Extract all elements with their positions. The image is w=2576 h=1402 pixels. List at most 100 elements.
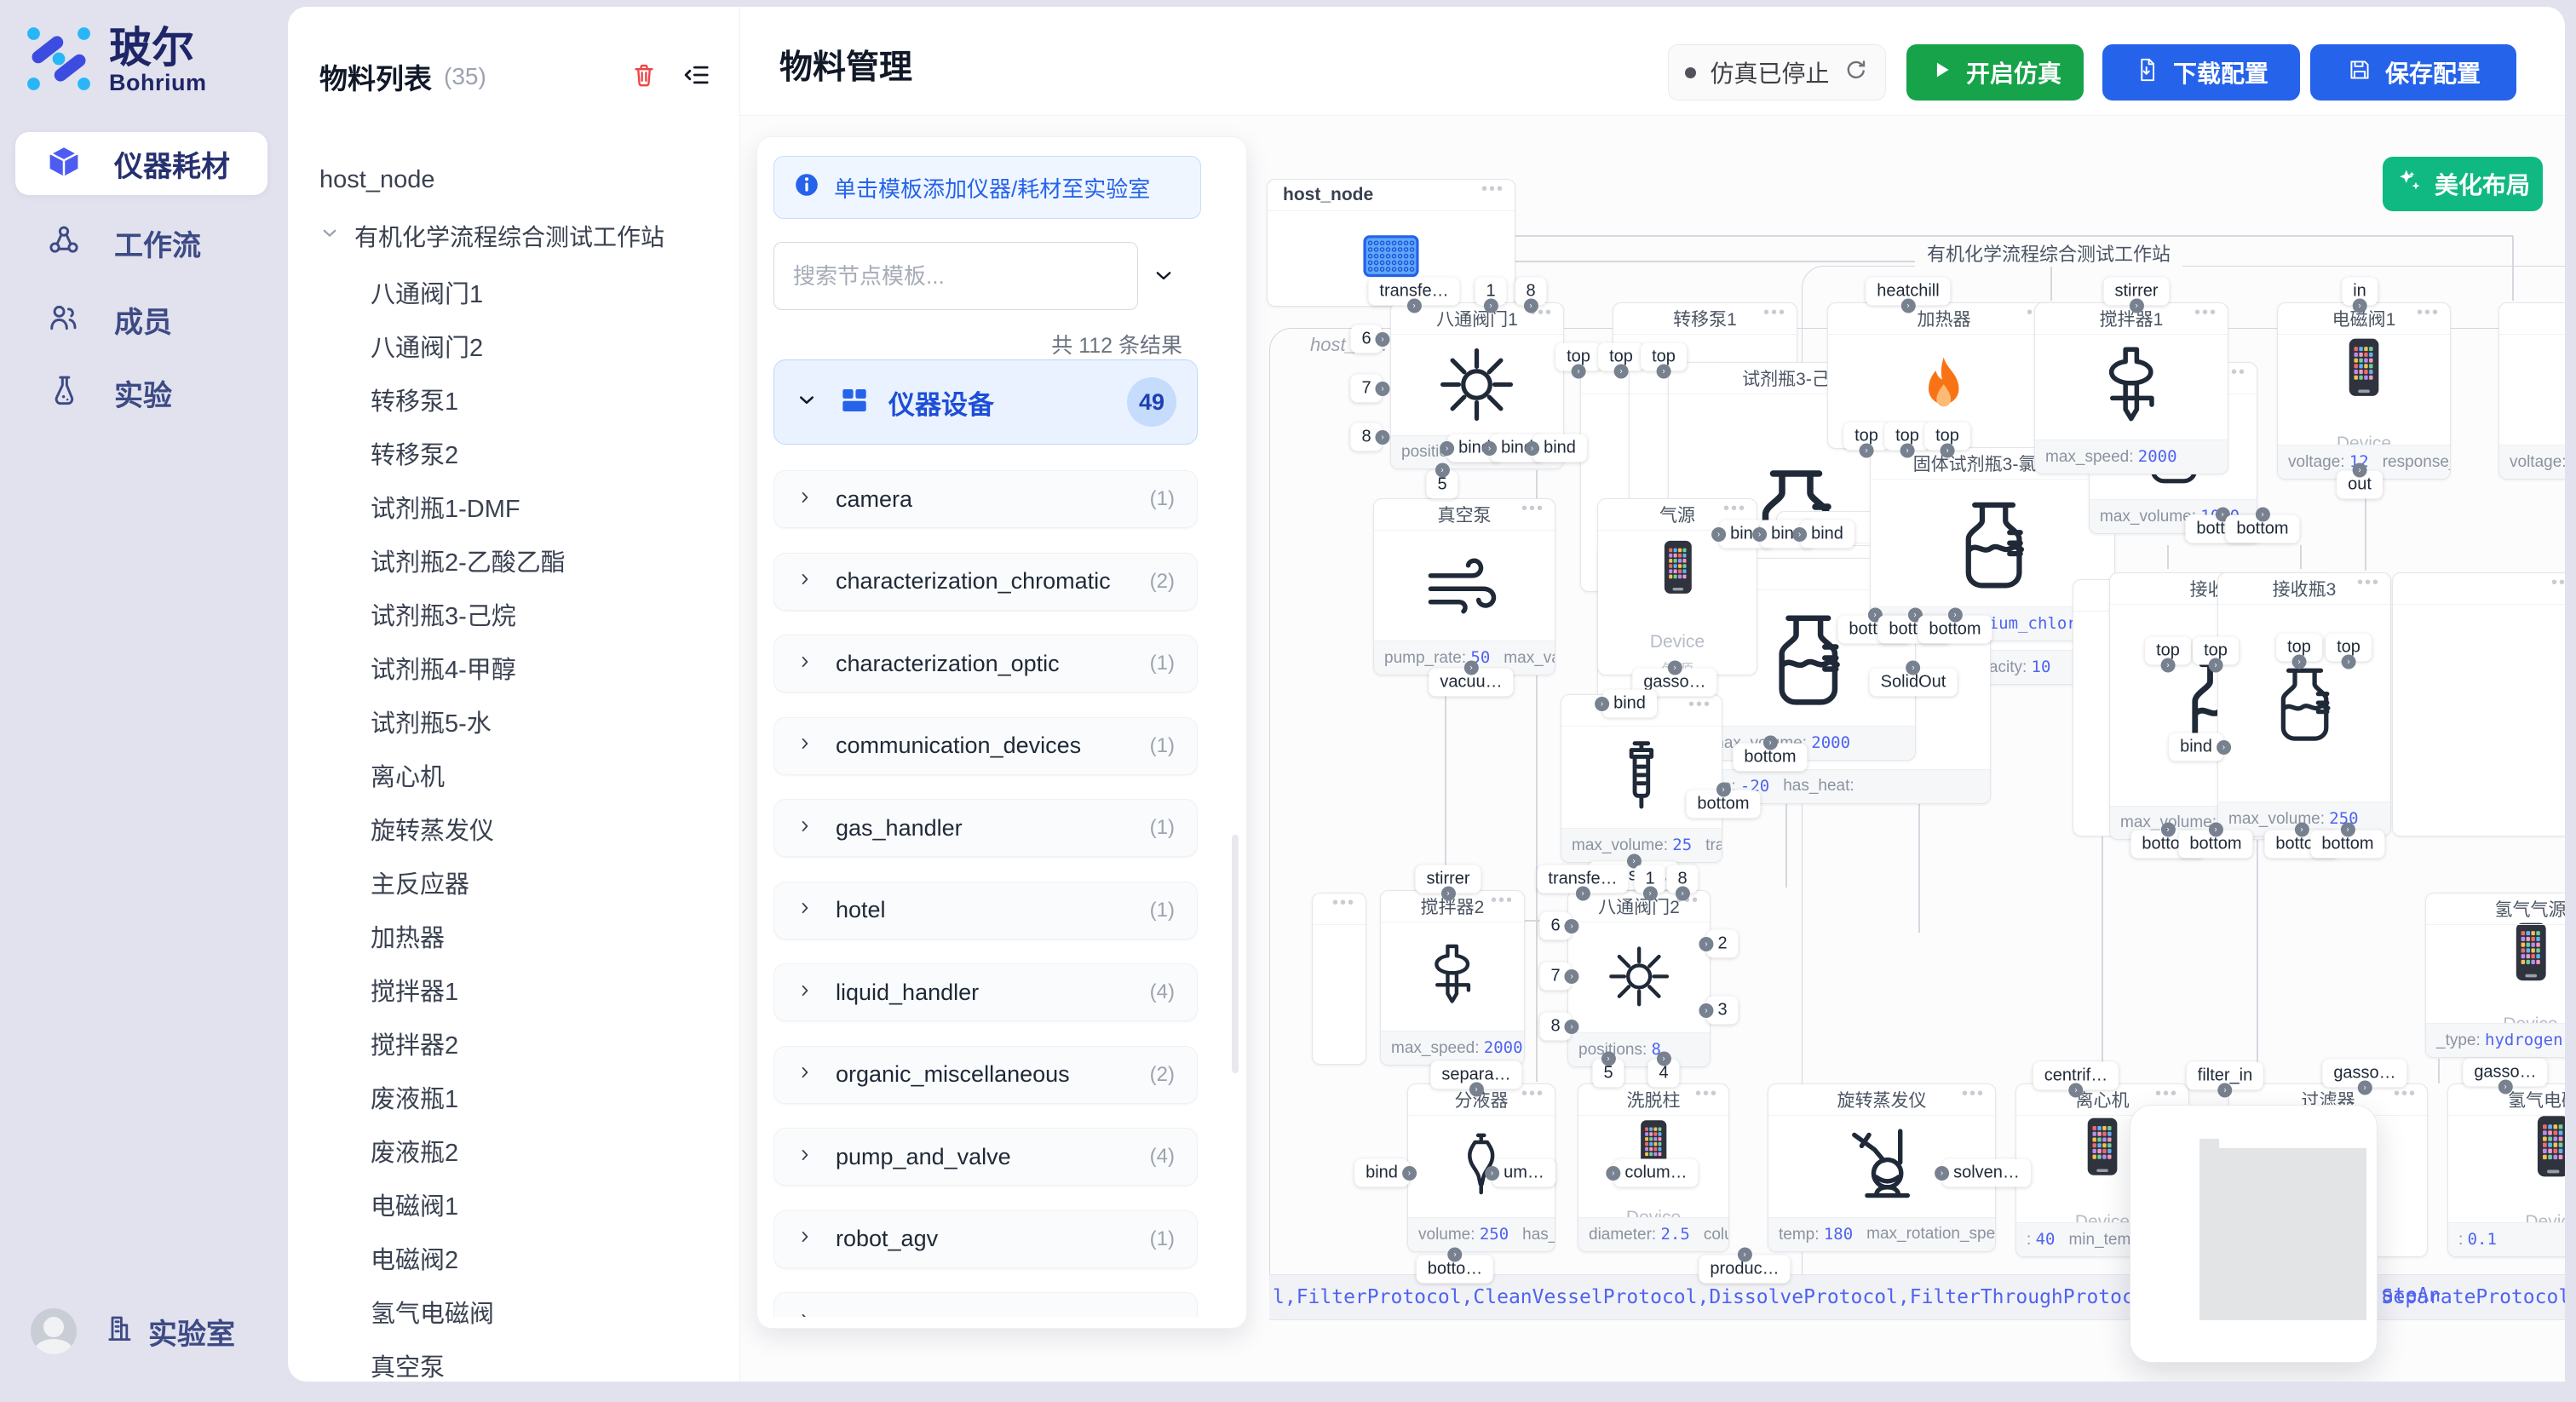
port-dot-icon[interactable]: › [1376, 382, 1390, 396]
port-dot-icon[interactable]: › [2161, 658, 2176, 673]
port-dot-icon[interactable]: › [1376, 332, 1390, 347]
refresh-icon[interactable] [1843, 57, 1869, 89]
trash-icon[interactable] [630, 60, 658, 94]
save-config-button[interactable]: 保存配置 [2310, 44, 2516, 101]
port-dot-icon[interactable]: › [2069, 1083, 2084, 1098]
tree-item[interactable]: 转移泵2 [288, 426, 739, 480]
download-config-button[interactable]: 下载配置 [2102, 44, 2300, 101]
node-menu-icon[interactable]: ••• [1723, 499, 1746, 519]
port-dot-icon[interactable]: › [1440, 441, 1454, 456]
port-label-5[interactable]: 5› [1426, 471, 1458, 499]
port-label-3[interactable]: 3› [1706, 997, 1738, 1025]
port-dot-icon[interactable]: › [1565, 1020, 1579, 1034]
port-label-6[interactable]: 6› [1539, 912, 1571, 940]
tree-item[interactable]: 试剂瓶2-乙酸乙酯 [288, 533, 739, 587]
port-dot-icon[interactable]: › [1900, 444, 1915, 458]
port-dot-icon[interactable]: › [2129, 299, 2143, 313]
port-label-top[interactable]: top› [1924, 422, 1970, 451]
collapse-list-icon[interactable] [682, 60, 711, 94]
port-label-top[interactable]: top› [1641, 343, 1687, 371]
port-label-botto[interactable]: botto…› [1417, 1255, 1493, 1284]
port-label-colum[interactable]: colum…› [1613, 1159, 1698, 1187]
port-label-top[interactable]: top› [2326, 634, 2372, 662]
port-label-8[interactable]: 8› [1666, 865, 1698, 893]
port-dot-icon[interactable]: › [1716, 783, 1731, 797]
tree-item[interactable]: 真空泵 [288, 1338, 739, 1392]
port-label-solven[interactable]: solven…› [1942, 1159, 2031, 1187]
port-dot-icon[interactable]: › [2209, 658, 2223, 673]
port-label-um[interactable]: um…› [1492, 1159, 1555, 1187]
sidebar-item-instruments[interactable]: 仪器耗材 [15, 132, 267, 195]
node-menu-icon[interactable]: ••• [2357, 573, 2380, 593]
port-label-7[interactable]: 7› [1539, 962, 1571, 991]
canvas-node-搅拌器1[interactable]: 搅拌器1•••max_speed: 2000 [2034, 302, 2228, 474]
port-label-7[interactable]: 7› [1350, 375, 1382, 403]
tree-item[interactable]: 加热器 [288, 909, 739, 962]
port-dot-icon[interactable]: › [1402, 1166, 1417, 1181]
canvas-node[interactable]: ••• [1312, 893, 1366, 1065]
port-dot-icon[interactable]: › [1643, 887, 1658, 901]
node-menu-icon[interactable]: ••• [1521, 499, 1544, 519]
port-label-top[interactable]: top› [2276, 634, 2322, 662]
port-label-vacuu[interactable]: vacuu…› [1429, 669, 1513, 697]
port-label-1[interactable]: 1› [1634, 865, 1665, 893]
tree-item[interactable]: 氢气电磁阀 [288, 1284, 739, 1338]
canvas-node[interactable]: •••voltage: 12 [2498, 302, 2565, 480]
port-label-bottom[interactable]: bottom› [1686, 790, 1760, 819]
port-label-in[interactable]: in› [2342, 278, 2378, 306]
tree-item[interactable]: 废液瓶2 [288, 1123, 739, 1177]
sidebar-footer[interactable]: 实验室 [31, 1301, 269, 1361]
port-dot-icon[interactable]: › [1948, 608, 1963, 623]
port-dot-icon[interactable]: › [1752, 527, 1767, 542]
node-menu-icon[interactable]: ••• [2155, 1084, 2178, 1104]
port-dot-icon[interactable]: › [1482, 441, 1497, 456]
port-label-bind[interactable]: bind› [2169, 733, 2223, 761]
port-dot-icon[interactable]: › [1606, 1166, 1620, 1181]
port-dot-icon[interactable]: › [1440, 887, 1455, 901]
port-label-5[interactable]: 5› [1592, 1060, 1624, 1088]
port-label-6[interactable]: 6› [1350, 325, 1382, 353]
port-dot-icon[interactable]: › [2161, 823, 2176, 837]
sidebar-item-workflow[interactable]: 工作流 [15, 211, 267, 274]
tree-item[interactable]: 离心机 [288, 748, 739, 802]
tree-item[interactable]: 试剂瓶3-己烷 [288, 587, 739, 641]
port-label-top[interactable]: top› [1598, 343, 1644, 371]
node-menu-icon[interactable]: ••• [1521, 1084, 1544, 1104]
node-menu-icon[interactable]: ••• [2417, 303, 2440, 323]
sidebar-item-experiment[interactable]: 实验 [15, 361, 267, 424]
port-dot-icon[interactable]: › [1601, 1052, 1616, 1066]
tree-item[interactable]: 电磁阀2 [288, 1231, 739, 1284]
node-menu-icon[interactable]: ••• [1332, 893, 1355, 913]
port-dot-icon[interactable]: › [1941, 444, 1955, 458]
canvas-node-氢气电磁阀[interactable]: 氢气电磁阀•••Device: 0.1 [2447, 1083, 2565, 1257]
port-dot-icon[interactable]: › [2295, 823, 2309, 837]
tree-item[interactable]: 八通阀门1 [288, 265, 739, 319]
port-dot-icon[interactable]: › [2353, 463, 2367, 478]
port-dot-icon[interactable]: › [1906, 661, 1921, 675]
port-dot-icon[interactable]: › [1614, 365, 1629, 379]
port-dot-icon[interactable]: › [1595, 697, 1609, 711]
tree-item[interactable]: 搅拌器2 [288, 1016, 739, 1070]
port-label-SolidOut[interactable]: SolidOut› [1870, 669, 1958, 697]
port-dot-icon[interactable]: › [1407, 299, 1422, 313]
port-dot-icon[interactable]: › [1676, 887, 1690, 901]
port-dot-icon[interactable]: › [1565, 919, 1579, 934]
port-dot-icon[interactable]: › [1900, 299, 1915, 313]
port-dot-icon[interactable]: › [1711, 527, 1726, 542]
canvas-node-搅拌器2[interactable]: 搅拌器2•••max_speed: 2000 [1380, 890, 1525, 1066]
port-dot-icon[interactable]: › [1485, 1166, 1499, 1181]
port-dot-icon[interactable]: › [1763, 736, 1778, 750]
port-label-centrif[interactable]: centrif…› [2033, 1062, 2119, 1090]
port-dot-icon[interactable]: › [1860, 444, 1874, 458]
node-menu-icon[interactable]: ••• [2194, 303, 2217, 323]
port-dot-icon[interactable]: › [1668, 661, 1682, 675]
port-dot-icon[interactable]: › [1657, 365, 1671, 379]
port-label-top[interactable]: top› [2193, 637, 2239, 665]
tree-item[interactable]: 试剂瓶4-甲醇 [288, 641, 739, 694]
port-label-gasso[interactable]: gasso…› [2463, 1059, 2547, 1087]
port-dot-icon[interactable]: › [1447, 1248, 1462, 1262]
port-dot-icon[interactable]: › [1435, 463, 1450, 478]
port-label-top[interactable]: top› [2145, 637, 2191, 665]
tree-item[interactable]: 旋转蒸发仪 [288, 802, 739, 855]
port-label-separa[interactable]: separa…› [1430, 1061, 1521, 1089]
